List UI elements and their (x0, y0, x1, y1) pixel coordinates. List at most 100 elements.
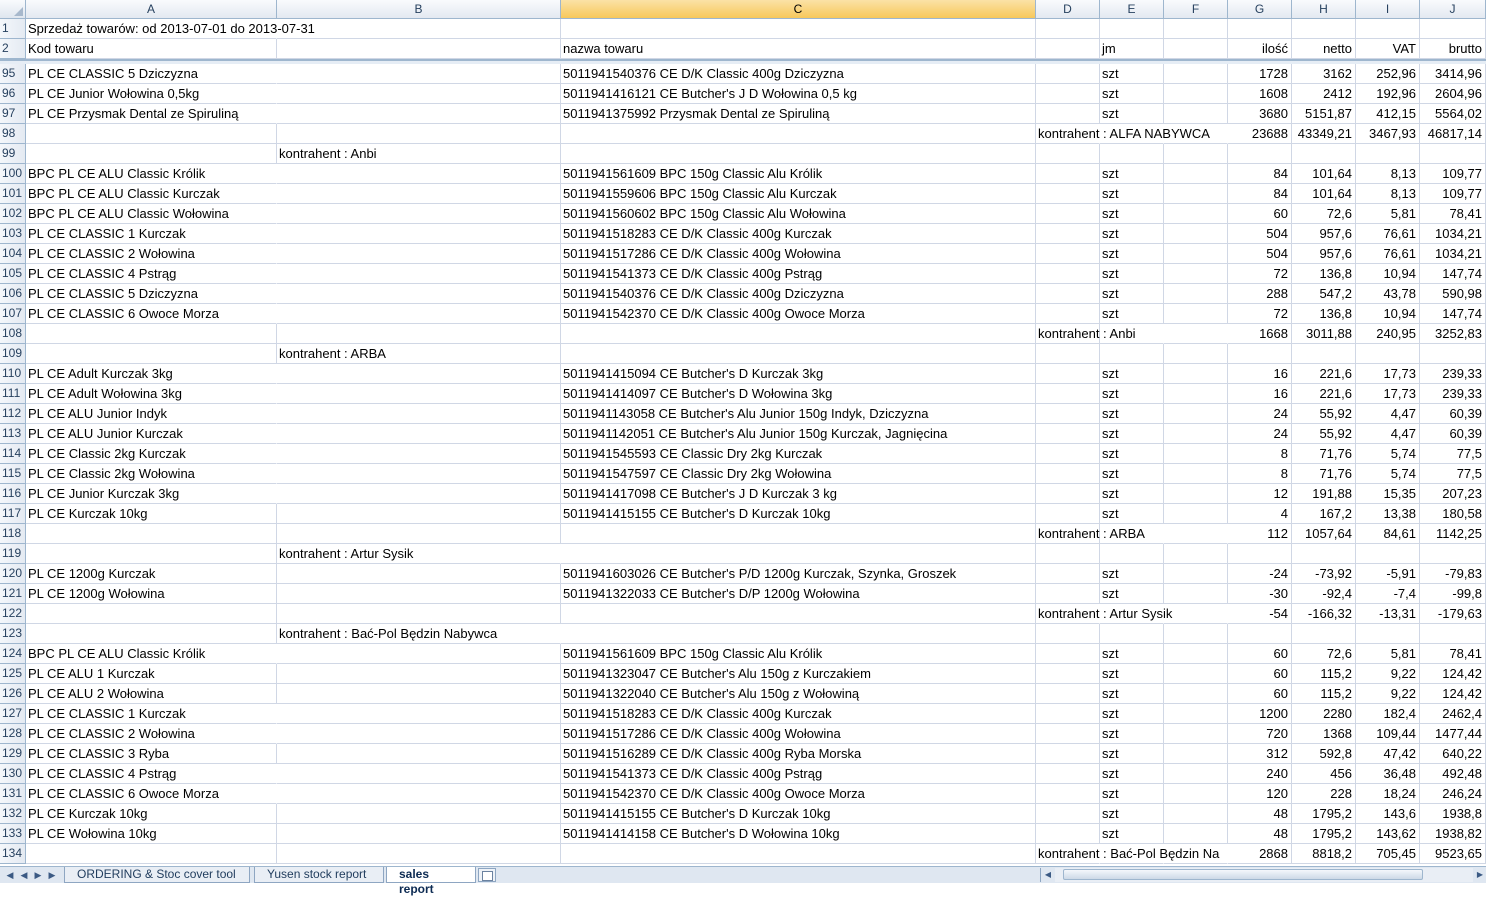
cell-h[interactable]: 2412 (1292, 84, 1356, 104)
column-header-a[interactable]: A (26, 0, 277, 19)
cell-i[interactable] (1356, 344, 1420, 364)
cell-j[interactable]: 147,74 (1420, 304, 1486, 324)
cell-c[interactable]: 5011941415094 CE Butcher's D Kurczak 3kg (561, 364, 1036, 384)
cell-b[interactable] (277, 604, 561, 624)
column-header-j[interactable]: J (1420, 0, 1486, 19)
cell-h[interactable] (1292, 544, 1356, 564)
sheet-tab[interactable]: Yusen stock report (254, 867, 384, 883)
cell-a[interactable]: PL CE CLASSIC 2 Wołowina (26, 724, 277, 744)
cell-i[interactable]: 13,38 (1356, 504, 1420, 524)
cell-h[interactable]: 55,92 (1292, 404, 1356, 424)
cell-d[interactable]: kontrahent : ALFA NABYWCA (1036, 124, 1210, 144)
cell-h[interactable] (1292, 344, 1356, 364)
cell-h[interactable] (1292, 624, 1356, 644)
cell-b[interactable] (277, 784, 561, 804)
cell-c[interactable]: 5011941416121 CE Butcher's J D Wołowina … (561, 84, 1036, 104)
cell-a[interactable]: PL CE 1200g Wołowina (26, 584, 277, 604)
cell-a[interactable]: Kod towaru (26, 39, 277, 59)
cell-i[interactable]: 15,35 (1356, 484, 1420, 504)
cell-f[interactable] (1164, 444, 1228, 464)
cell-d[interactable] (1036, 384, 1100, 404)
cell-f[interactable] (1164, 424, 1228, 444)
row-number-header[interactable]: 110 (0, 364, 26, 384)
cell-g[interactable]: 1608 (1228, 84, 1292, 104)
cell-h[interactable]: 1368 (1292, 724, 1356, 744)
cell-b[interactable] (277, 204, 561, 224)
cell-d[interactable] (1036, 544, 1100, 564)
cell-e[interactable]: szt (1100, 304, 1164, 324)
cell-d[interactable]: kontrahent : ARBA (1036, 524, 1145, 544)
cell-f[interactable] (1164, 564, 1228, 584)
cell-h[interactable]: 8818,2 (1292, 844, 1356, 864)
cell-g[interactable]: 8 (1228, 464, 1292, 484)
cell-e[interactable]: szt (1100, 204, 1164, 224)
cell-g[interactable]: 3680 (1228, 104, 1292, 124)
row-number-header[interactable]: 114 (0, 444, 26, 464)
cell-d[interactable] (1036, 624, 1100, 644)
cell-g[interactable]: 504 (1228, 224, 1292, 244)
cell-e[interactable]: szt (1100, 764, 1164, 784)
row-number-header[interactable]: 104 (0, 244, 26, 264)
cell-g[interactable]: 1728 (1228, 64, 1292, 84)
cell-j[interactable]: 78,41 (1420, 204, 1486, 224)
cell-d[interactable] (1036, 104, 1100, 124)
cell-a[interactable] (26, 544, 277, 564)
cell-j[interactable]: brutto (1420, 39, 1486, 59)
cell-d[interactable] (1036, 644, 1100, 664)
cell-b[interactable] (277, 564, 561, 584)
row-number-header[interactable]: 124 (0, 644, 26, 664)
cell-a[interactable]: PL CE Przysmak Dental ze Spiruliną (26, 104, 277, 124)
cell-b[interactable] (277, 104, 561, 124)
cell-a[interactable]: PL CE ALU 1 Kurczak (26, 664, 277, 684)
cell-d[interactable] (1036, 404, 1100, 424)
cell-h[interactable]: 43349,21 (1292, 124, 1356, 144)
cell-e[interactable]: szt (1100, 824, 1164, 844)
cell-a[interactable]: PL CE CLASSIC 4 Pstrąg (26, 764, 277, 784)
cell-b[interactable] (277, 19, 561, 39)
cell-j[interactable]: 492,48 (1420, 764, 1486, 784)
cell-f[interactable] (1164, 284, 1228, 304)
cell-d[interactable] (1036, 464, 1100, 484)
cell-c[interactable]: nazwa towaru (561, 39, 1036, 59)
cell-f[interactable] (1164, 704, 1228, 724)
cell-f[interactable] (1164, 724, 1228, 744)
cell-c[interactable] (561, 344, 1036, 364)
cell-i[interactable]: 252,96 (1356, 64, 1420, 84)
column-header-i[interactable]: I (1356, 0, 1420, 19)
cell-j[interactable]: 3252,83 (1420, 324, 1486, 344)
cell-a[interactable]: PL CE Adult Kurczak 3kg (26, 364, 277, 384)
column-header-e[interactable]: E (1100, 0, 1164, 19)
cell-d[interactable] (1036, 19, 1100, 39)
cell-c[interactable]: 5011941561609 BPC 150g Classic Alu Króli… (561, 644, 1036, 664)
cell-f[interactable] (1164, 384, 1228, 404)
cell-b[interactable] (277, 64, 561, 84)
cell-g[interactable] (1228, 144, 1292, 164)
cell-g[interactable]: 4 (1228, 504, 1292, 524)
row-number-header[interactable]: 113 (0, 424, 26, 444)
cell-b[interactable] (277, 724, 561, 744)
cell-j[interactable]: -79,83 (1420, 564, 1486, 584)
cell-h[interactable]: -166,32 (1292, 604, 1356, 624)
cell-g[interactable]: 12 (1228, 484, 1292, 504)
cell-h[interactable]: 957,6 (1292, 244, 1356, 264)
cell-e[interactable]: szt (1100, 64, 1164, 84)
cell-h[interactable]: 2280 (1292, 704, 1356, 724)
cell-i[interactable]: 192,96 (1356, 84, 1420, 104)
row-number-header[interactable]: 99 (0, 144, 26, 164)
cell-h[interactable]: 167,2 (1292, 504, 1356, 524)
cell-b[interactable] (277, 124, 561, 144)
cell-j[interactable]: 180,58 (1420, 504, 1486, 524)
cell-f[interactable] (1164, 224, 1228, 244)
cell-b[interactable]: kontrahent : Artur Sysik (277, 544, 561, 564)
cell-h[interactable]: 228 (1292, 784, 1356, 804)
cell-h[interactable]: 221,6 (1292, 384, 1356, 404)
cell-f[interactable] (1164, 404, 1228, 424)
cell-g[interactable]: 16 (1228, 364, 1292, 384)
column-header-c[interactable]: C (561, 0, 1036, 19)
row-number-header[interactable]: 1 (0, 19, 26, 39)
cell-g[interactable]: -24 (1228, 564, 1292, 584)
cell-i[interactable]: 5,81 (1356, 644, 1420, 664)
cell-a[interactable] (26, 844, 277, 864)
cell-c[interactable]: 5011941142051 CE Butcher's Alu Junior 15… (561, 424, 1036, 444)
cell-g[interactable]: 2868 (1228, 844, 1292, 864)
